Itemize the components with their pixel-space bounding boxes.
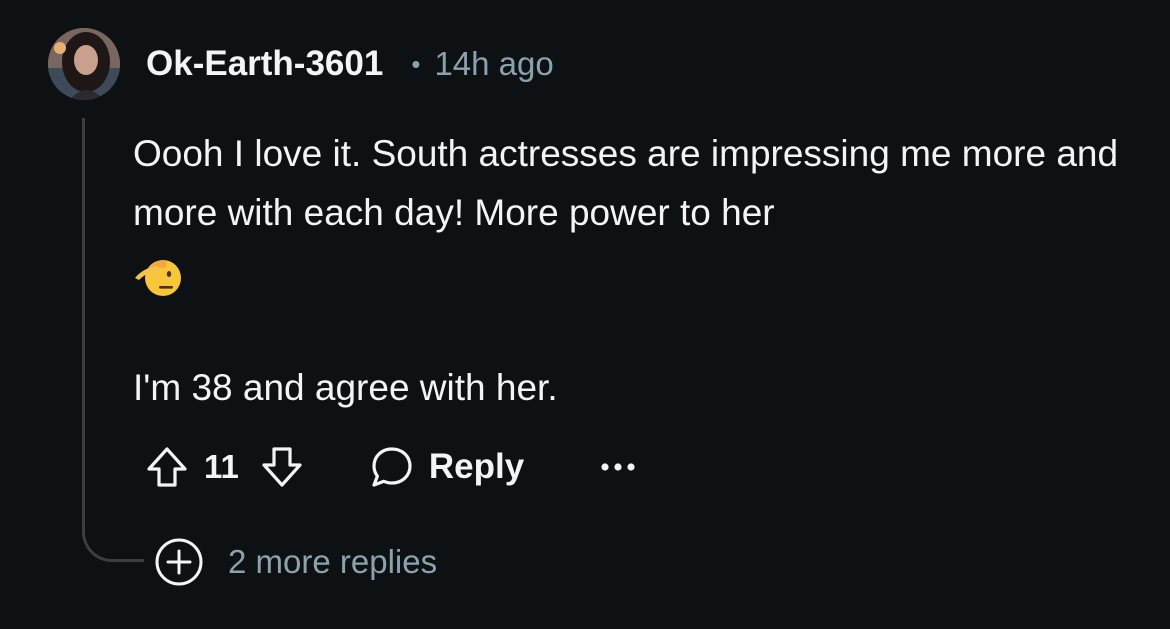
avatar-image bbox=[48, 28, 120, 100]
arrow-up-icon bbox=[147, 447, 187, 487]
avatar[interactable] bbox=[48, 28, 120, 100]
upvote-button[interactable] bbox=[140, 440, 194, 494]
speech-bubble-icon bbox=[372, 447, 412, 487]
more-replies-label: 2 more replies bbox=[228, 543, 438, 580]
comment-text-paragraph-2: I'm 38 and agree with her. bbox=[133, 367, 558, 408]
reply-button[interactable]: Reply bbox=[369, 440, 524, 494]
downvote-button[interactable] bbox=[255, 440, 309, 494]
more-replies-button[interactable]: 2 more replies bbox=[154, 537, 437, 587]
meta-separator: • bbox=[411, 48, 421, 79]
reply-label: Reply bbox=[428, 447, 525, 486]
comment-text-paragraph-1: Oooh I love it. South actresses are impr… bbox=[133, 133, 1119, 233]
vote-count: 11 bbox=[204, 448, 239, 485]
comment-actions: 11 Reply bbox=[140, 438, 636, 496]
plus-circle-icon bbox=[155, 538, 203, 586]
comment-meta: Ok-Earth-3601 • 14h ago bbox=[146, 40, 554, 88]
ellipsis-icon bbox=[601, 463, 635, 471]
more-options-button[interactable] bbox=[600, 440, 636, 494]
timestamp[interactable]: 14h ago bbox=[434, 45, 553, 83]
arrow-down-icon bbox=[262, 447, 302, 487]
saluting-face-emoji bbox=[133, 242, 1143, 308]
comment-body: Oooh I love it. South actresses are impr… bbox=[133, 124, 1143, 417]
username-link[interactable]: Ok-Earth-3601 bbox=[146, 44, 383, 84]
